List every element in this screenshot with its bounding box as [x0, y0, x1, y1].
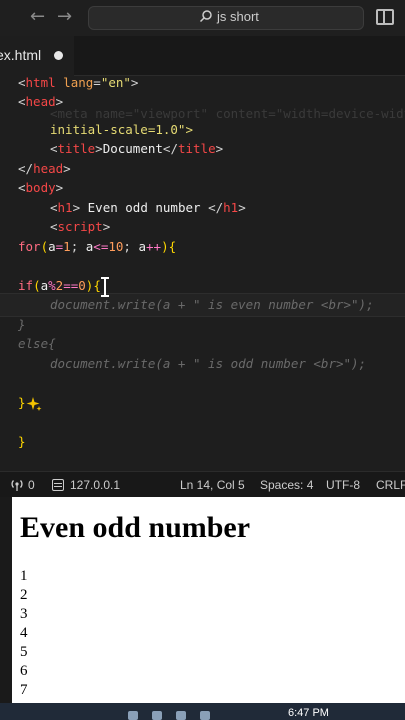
tab-label: ex.html	[0, 47, 42, 63]
command-center-search[interactable]: js short	[88, 6, 364, 30]
search-icon	[199, 10, 212, 23]
text-cursor-icon	[101, 277, 109, 297]
code-line-10: for(a=1; a<=10; a++){	[18, 239, 177, 254]
cursor-position[interactable]: Ln 14, Col 5	[180, 478, 245, 492]
taskbar: 6:47 PM	[0, 703, 405, 720]
sidebar-layout-icon[interactable]	[376, 9, 394, 25]
status-bar: 0 127.0.0.1 Ln 14, Col 5 Spaces: 4 UTF-8…	[0, 471, 405, 497]
code-line-12: document.write(a + " is even number <br>…	[50, 297, 374, 312]
preview-page: Even odd number 1 2 3 4 5 6 7	[12, 497, 405, 703]
output-line: 4	[20, 625, 28, 641]
code-line-11: if(a%2==0){	[18, 278, 101, 293]
tab-ex-html[interactable]: ex.html	[0, 36, 74, 76]
tray-icon[interactable]	[200, 711, 210, 720]
code-line-16: }	[18, 395, 26, 410]
indentation[interactable]: Spaces: 4	[260, 478, 313, 492]
code-line-13: }	[18, 317, 26, 332]
search-text: js short	[217, 9, 259, 24]
tray-icon[interactable]	[128, 711, 138, 720]
code-line-14: else{	[18, 336, 56, 351]
code-line-partial: <meta name="viewport" content="width=dev…	[50, 106, 405, 121]
output-line: 5	[20, 644, 28, 660]
code-line-6: </head>	[18, 161, 71, 176]
code-line-5: <title>Document</title>	[50, 141, 224, 156]
code-line-15: document.write(a + " is odd number <br>"…	[50, 356, 367, 371]
code-line-8: <h1> Even odd number </h1>	[50, 200, 246, 215]
output-line: 7	[20, 682, 28, 698]
tray-icon[interactable]	[152, 711, 162, 720]
code-line-7: <body>	[18, 180, 64, 195]
browser-preview: Even odd number 1 2 3 4 5 6 7	[0, 497, 405, 703]
code-editor[interactable]: <html lang="en"> <head> <meta name="view…	[0, 76, 405, 471]
code-line-4: initial-scale=1.0">	[50, 122, 193, 137]
output-line: 6	[20, 663, 28, 679]
output-line: 3	[20, 606, 28, 622]
arrow-right-icon[interactable]: →	[57, 6, 72, 27]
line-ending[interactable]: CRLF	[376, 478, 405, 492]
output-line: 1	[20, 568, 28, 584]
tab-bar: ex.html	[0, 36, 405, 76]
code-line-17: }	[18, 434, 26, 449]
taskbar-clock[interactable]: 6:47 PM	[288, 707, 329, 719]
dot-icon[interactable]	[54, 51, 63, 60]
title-bar: ← → js short	[0, 0, 405, 36]
preview-heading: Even odd number	[20, 511, 251, 544]
arrow-left-icon[interactable]: ←	[30, 6, 45, 27]
encoding[interactable]: UTF-8	[326, 478, 360, 492]
live-server-address[interactable]: 127.0.0.1	[70, 478, 120, 492]
code-line-9: <script>	[50, 219, 111, 234]
output-line: 2	[20, 587, 28, 603]
code-line-1: <html lang="en">	[18, 76, 139, 90]
ports-count[interactable]: 0	[28, 478, 35, 492]
tray-icon[interactable]	[176, 711, 186, 720]
broadcast-icon[interactable]	[10, 479, 24, 491]
sparkle-icon[interactable]	[26, 396, 42, 412]
server-icon	[52, 479, 64, 491]
